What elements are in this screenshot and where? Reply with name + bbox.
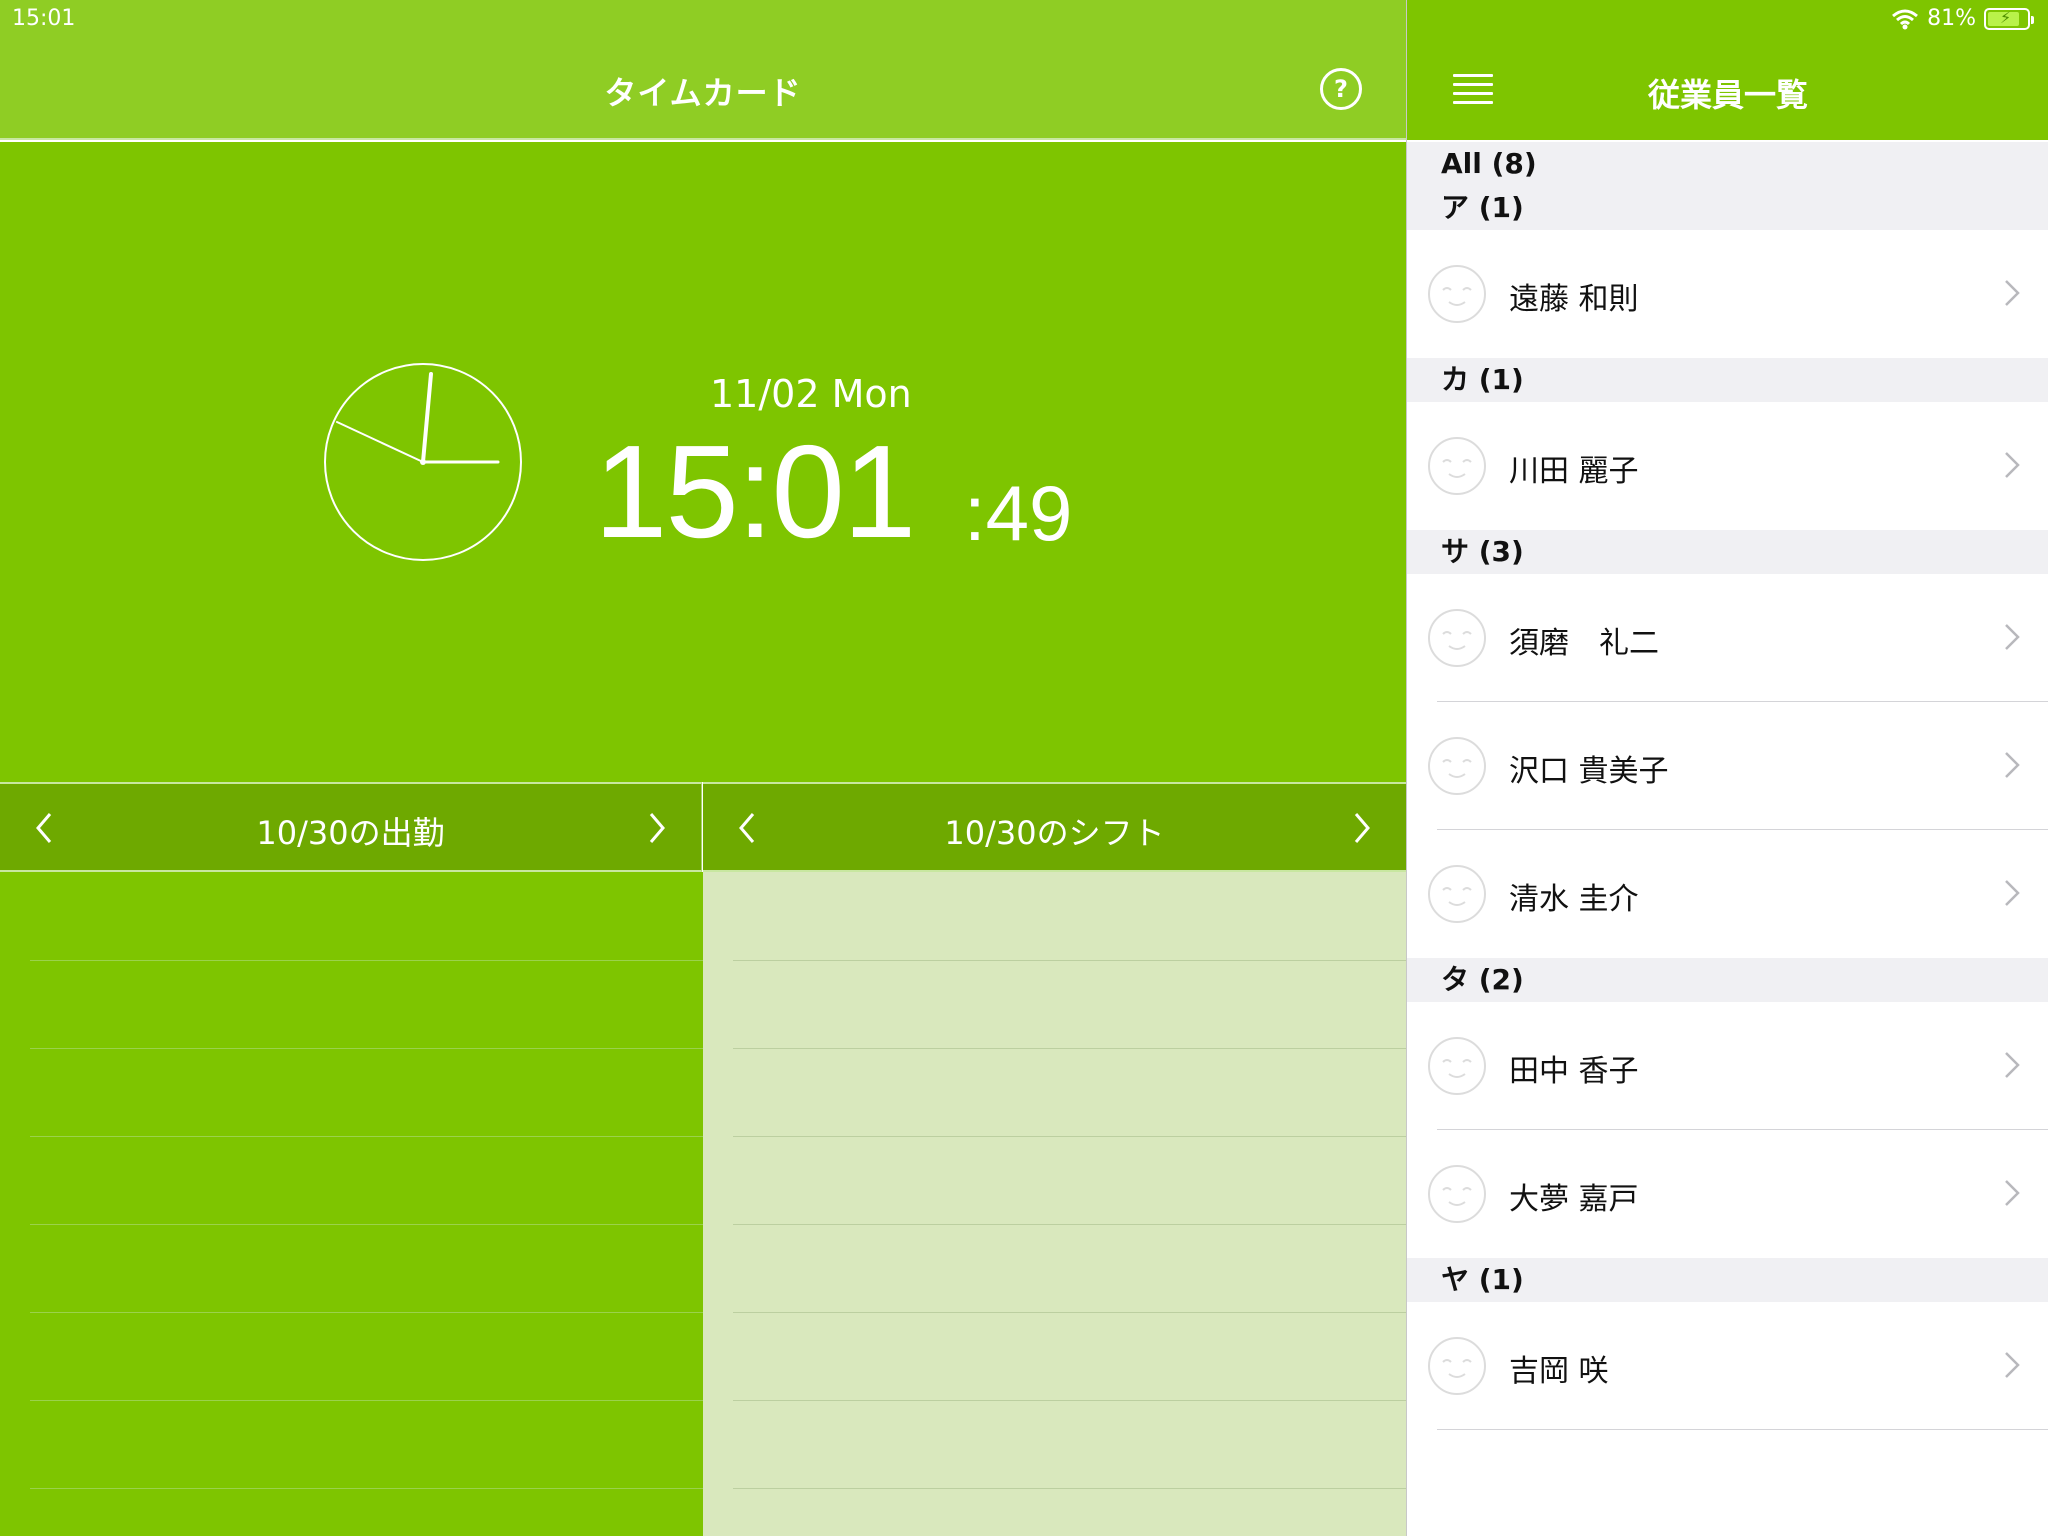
shift-header: 10/30のシフト	[703, 782, 1406, 872]
employee-row[interactable]: 遠藤 和則	[1407, 230, 2048, 358]
face-avatar-icon	[1428, 1037, 1486, 1095]
employee-row[interactable]: 沢口 貴美子	[1407, 702, 2048, 830]
employee-row[interactable]: 須磨 礼二	[1407, 574, 2048, 702]
list-separator	[30, 1488, 703, 1489]
employee-name: 川田 麗子	[1509, 454, 1639, 489]
section-header-ya: ヤ (1)	[1407, 1258, 2048, 1302]
list-separator	[30, 1312, 703, 1313]
chevron-right-icon	[2005, 1352, 2020, 1378]
section-header-ta: タ (2)	[1407, 958, 2048, 1002]
help-button[interactable]: ?	[1320, 68, 1362, 110]
list-separator	[733, 1312, 1406, 1313]
employee-name: 沢口 貴美子	[1509, 754, 1669, 789]
chevron-right-icon	[2005, 624, 2020, 650]
employee-name: 須磨 礼二	[1509, 626, 1659, 661]
employee-name: 遠藤 和則	[1509, 282, 1639, 317]
face-avatar-icon	[1428, 1165, 1486, 1223]
attendance-header: 10/30の出勤	[0, 782, 702, 872]
section-header-ka: カ (1)	[1407, 358, 2048, 402]
list-separator	[30, 1400, 703, 1401]
row-separator	[1437, 1429, 2048, 1430]
list-separator	[30, 1224, 703, 1225]
chevron-right-icon	[2005, 880, 2020, 906]
chevron-right-icon	[2005, 752, 2020, 778]
employee-row[interactable]: 吉岡 咲	[1407, 1302, 2048, 1430]
current-time: 15:01	[594, 418, 916, 565]
section-header-a: ア (1)	[1407, 186, 2048, 230]
face-avatar-icon	[1428, 265, 1486, 323]
list-separator	[30, 1136, 703, 1137]
face-avatar-icon	[1428, 609, 1486, 667]
wifi-icon	[1892, 9, 1919, 29]
employee-name: 田中 香子	[1509, 1054, 1639, 1089]
status-time: 15:01	[12, 6, 76, 31]
list-separator	[733, 1224, 1406, 1225]
list-separator	[30, 1048, 703, 1049]
battery-percent: 81%	[1927, 6, 1976, 31]
face-avatar-icon	[1428, 865, 1486, 923]
employee-row[interactable]: 川田 麗子	[1407, 402, 2048, 530]
face-avatar-icon	[1428, 437, 1486, 495]
shift-list	[703, 872, 1406, 1536]
page-title: タイムカード	[604, 74, 802, 112]
attendance-list	[0, 872, 703, 1536]
status-bar: 15:01 81% ⚡	[0, 0, 2048, 40]
list-separator	[733, 1400, 1406, 1401]
battery-icon: ⚡	[1984, 7, 2034, 30]
section-header-sa: サ (3)	[1407, 530, 2048, 574]
shift-title: 10/30のシフト	[944, 814, 1165, 852]
current-seconds: :49	[964, 469, 1073, 557]
attendance-title: 10/30の出勤	[256, 814, 445, 852]
chevron-right-icon	[2005, 280, 2020, 306]
list-separator	[733, 1136, 1406, 1137]
list-separator	[733, 1488, 1406, 1489]
employee-pane: 従業員一覧 All (8) ア (1) 遠藤 和則 カ (1) 川田 麗子 サ …	[1406, 0, 2048, 1536]
employee-list-title: 従業員一覧	[1647, 76, 1808, 114]
timecard-pane: タイムカード ? 11/02 Mon 15:01 :49 10/30の出勤 10…	[0, 0, 1406, 1536]
employee-row[interactable]: 大夢 嘉戸	[1407, 1130, 2048, 1258]
status-right: 81% ⚡	[1891, 6, 2034, 31]
face-avatar-icon	[1428, 737, 1486, 795]
list-separator	[30, 960, 703, 961]
employee-name: 清水 圭介	[1509, 882, 1639, 917]
list-separator	[733, 1048, 1406, 1049]
face-avatar-icon	[1428, 1337, 1486, 1395]
section-all: All (8)	[1407, 142, 2048, 186]
analog-clock-icon	[324, 363, 522, 561]
list-separator	[733, 960, 1406, 961]
employee-name: 大夢 嘉戸	[1509, 1182, 1639, 1217]
shift-next-chevron-right-icon[interactable]	[1348, 808, 1376, 848]
employee-name: 吉岡 咲	[1509, 1354, 1609, 1389]
chevron-right-icon	[2005, 1180, 2020, 1206]
chevron-right-icon	[2005, 452, 2020, 478]
attendance-next-chevron-right-icon[interactable]	[643, 808, 671, 848]
employee-row[interactable]: 田中 香子	[1407, 1002, 2048, 1130]
employee-row[interactable]: 清水 圭介	[1407, 830, 2048, 958]
chevron-right-icon	[2005, 1052, 2020, 1078]
current-date: 11/02 Mon	[710, 372, 912, 416]
